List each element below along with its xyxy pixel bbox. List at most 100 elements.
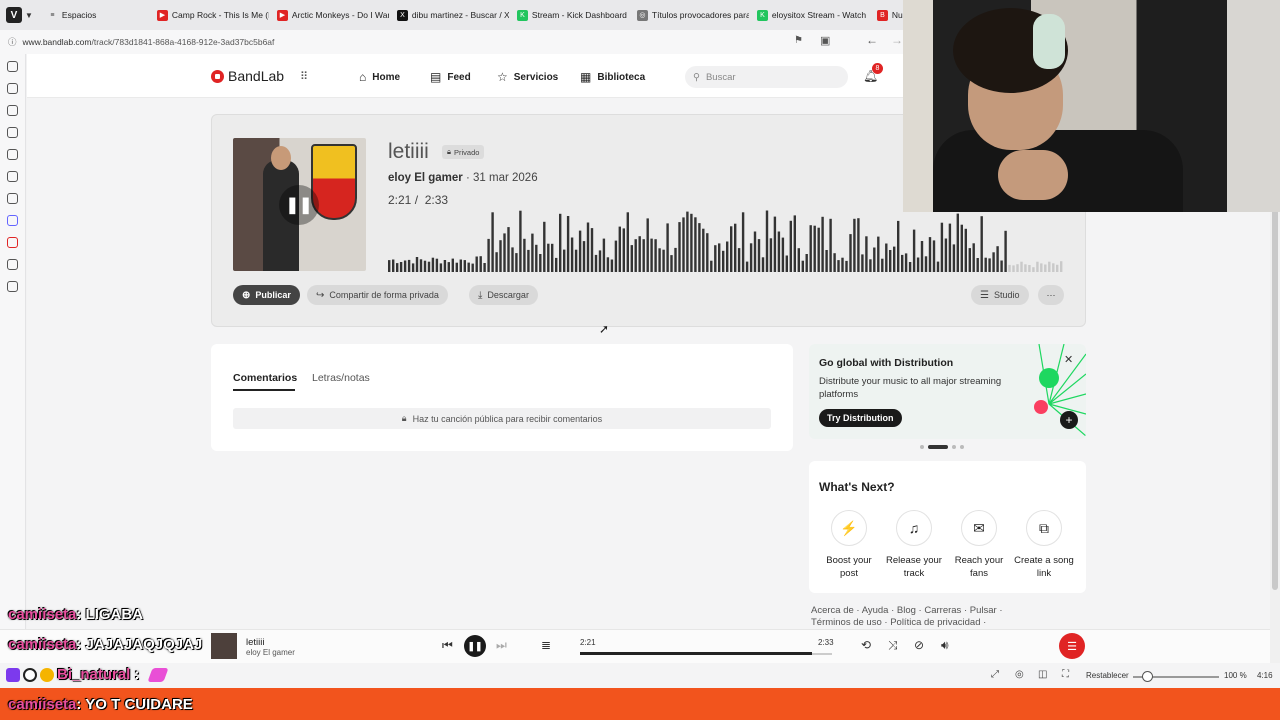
browser-tab[interactable]: ≡ Espacios [41, 4, 149, 26]
nav-library[interactable]: ▦ Biblioteca [580, 70, 645, 84]
back-icon[interactable]: ← [866, 33, 878, 47]
waveform-bar [392, 259, 395, 272]
waveform-bar [388, 260, 391, 272]
waveform-bar [980, 216, 983, 272]
browser-tab[interactable]: ◎ Títulos provocadores para [631, 4, 749, 26]
search-input[interactable]: ⚲ Buscar [685, 66, 848, 88]
close-icon[interactable]: ✕ [1064, 353, 1073, 366]
browser-tab[interactable]: Keloysitox Stream - Watch L [751, 4, 869, 26]
vivaldi-menu-icon[interactable]: V [6, 7, 22, 23]
next-icon[interactable]: ⏭︎ [496, 638, 507, 653]
carousel-dot[interactable] [952, 445, 956, 449]
player-pause-button[interactable]: ❚❚ [464, 635, 486, 657]
waveform-bar [475, 256, 478, 272]
reading-list-icon[interactable] [7, 171, 18, 182]
waveform-bar [706, 233, 709, 272]
bandlab-logo[interactable]: BandLab [211, 68, 284, 84]
notes-icon[interactable] [7, 127, 18, 138]
share-privately-button[interactable]: ↪ Compartir de forma privada [307, 285, 448, 305]
webcam-overlay [903, 0, 1280, 212]
waveform-bar [1016, 264, 1019, 272]
add-panel-icon[interactable] [7, 281, 18, 292]
browser-tab[interactable]: ▶ Arctic Monkeys - Do I Wan [271, 4, 389, 26]
studio-button[interactable]: ☰ Studio [971, 285, 1029, 305]
tab-lyrics-notes[interactable]: Letras/notas [312, 372, 370, 384]
forward-icon[interactable]: → [891, 33, 903, 47]
history-icon[interactable] [7, 105, 18, 116]
tiling-icon[interactable]: ◎ [1015, 669, 1024, 680]
vivaldi-social-icon[interactable] [7, 237, 18, 248]
carousel-dot[interactable] [960, 445, 964, 449]
zoom-slider-handle[interactable] [1142, 671, 1153, 682]
volume-icon[interactable]: 🔊︎ [941, 638, 949, 653]
bookmarks-icon[interactable] [7, 61, 18, 72]
publish-button[interactable]: ⊕ Publicar [233, 285, 300, 305]
mastodon-icon[interactable] [7, 215, 18, 226]
download-button[interactable]: ⤓ Descargar [469, 285, 538, 305]
waveform-bar [396, 263, 399, 272]
waveform-bar [960, 224, 963, 272]
downloads-icon[interactable] [7, 83, 18, 94]
pause-overlay-button[interactable]: ❚❚ [279, 185, 319, 225]
translate-icon[interactable] [7, 149, 18, 160]
player-track-title[interactable]: letiiii [246, 637, 264, 648]
waveform-bar [761, 257, 765, 272]
browser-tab[interactable]: ▶ Camp Rock - This Is Me (Ka [151, 4, 269, 26]
waveform-bar [606, 257, 610, 272]
queue-button[interactable]: ☰ [1059, 633, 1085, 659]
nav-feed[interactable]: ▤ Feed [430, 70, 471, 84]
whats-next-item[interactable]: ⧉ Create a song link [1012, 510, 1076, 580]
whats-next-item[interactable]: ⚡ Boost your post [817, 510, 881, 580]
wikipedia-icon[interactable] [7, 259, 18, 270]
release-icon: ♫ [896, 510, 932, 546]
site-info-icon[interactable]: ⓘ [8, 36, 17, 48]
window-icon[interactable] [7, 193, 18, 204]
window-mode-icon[interactable]: ◫ [1038, 669, 1047, 680]
url-text[interactable]: www.bandlab.com/track/783d1841-868a-4168… [23, 37, 275, 47]
waveform-bar [996, 246, 999, 272]
waveform-bar [785, 255, 788, 272]
chevron-down-icon[interactable]: ▼ [25, 11, 33, 20]
artist-link[interactable]: eloy El gamer [388, 172, 463, 184]
waveform[interactable] [388, 206, 1064, 272]
carousel-dots[interactable] [920, 445, 968, 449]
waveform-bar [988, 258, 991, 272]
browser-tab[interactable]: K Stream - Kick Dashboard [511, 4, 629, 26]
waveform-bar [682, 217, 685, 272]
try-distribution-button[interactable]: Try Distribution [819, 409, 902, 427]
repeat-icon[interactable]: ⟲ [861, 638, 871, 652]
waveform-bar [455, 262, 458, 272]
spotify-icon [1039, 368, 1059, 388]
headphones [1033, 14, 1065, 69]
notification-count-badge: 8 [872, 63, 883, 74]
whats-next-item[interactable]: ✉ Reach your fans [947, 510, 1011, 580]
previous-icon[interactable]: ⏮︎ [442, 638, 453, 653]
playlist-icon[interactable]: ≣ [541, 638, 551, 652]
more-options-button[interactable]: ⋯ [1038, 285, 1064, 305]
zoom-reset-button[interactable]: Restablecer [1086, 671, 1129, 680]
apps-grid-icon[interactable]: ⠿ [300, 70, 308, 83]
waveform-bar [479, 256, 482, 272]
page-actions-icon[interactable]: ⛶ [1062, 669, 1069, 680]
browser-tab[interactable]: Xdibu martinez - Buscar / X [391, 4, 509, 26]
autoplay-icon[interactable]: ⊘ [914, 638, 924, 652]
player-thumbnail[interactable] [211, 633, 237, 659]
star-icon: ☆ [497, 70, 508, 84]
carousel-dot-active[interactable] [928, 445, 948, 449]
bookmark-icon[interactable]: ⚑ [794, 35, 803, 46]
nav-services[interactable]: ☆ Servicios [497, 70, 558, 84]
waveform-bar [781, 237, 785, 272]
capture-icon[interactable]: ⤢ [991, 669, 999, 680]
waveform-bar [797, 248, 800, 272]
nav-home[interactable]: ⌂ Home [359, 70, 400, 84]
shuffle-icon[interactable]: ⤨ [888, 638, 898, 653]
carousel-dot[interactable] [920, 445, 924, 449]
player-track-artist[interactable]: eloy El gamer [246, 648, 295, 657]
waveform-bar [519, 210, 522, 272]
whats-next-item[interactable]: ♫ Release your track [882, 510, 946, 580]
waveform-bar [1004, 230, 1007, 272]
waveform-bar [809, 225, 812, 272]
panel-icon[interactable]: ▣ [820, 34, 830, 47]
waveform-bar [769, 238, 773, 272]
tab-comments[interactable]: Comentarios [233, 372, 297, 384]
